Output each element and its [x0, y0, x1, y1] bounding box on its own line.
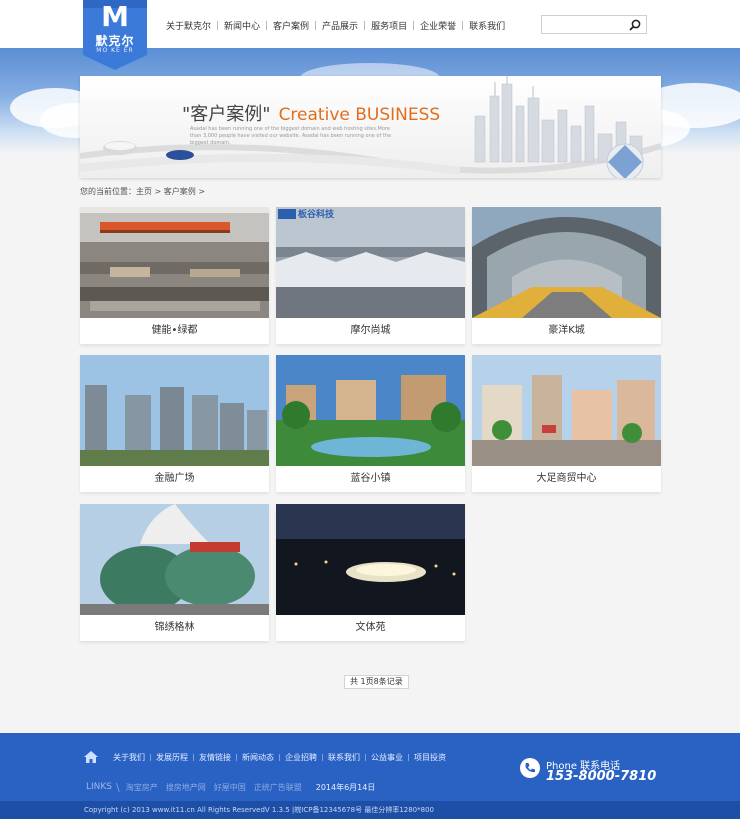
footer-nav-friend-links[interactable]: 友情链接: [194, 752, 236, 763]
breadcrumb: 您的当前位置：主页 > 客户案例 >: [80, 187, 206, 196]
case-image[interactable]: [276, 355, 465, 466]
case-image[interactable]: [80, 207, 269, 318]
footer-nav-history[interactable]: 发展历程: [151, 752, 193, 763]
banner-title-en: Creative BUSINESS: [278, 105, 441, 125]
case-label[interactable]: 健能•绿都: [80, 318, 269, 344]
footer-nav-contact[interactable]: 联系我们: [323, 752, 365, 763]
cases-banner: "客户案例" Creative BUSINESS Asadal has been …: [80, 76, 661, 178]
case-card[interactable]: 健能•绿都: [80, 207, 269, 344]
nav-item-about[interactable]: 关于默克尔: [160, 19, 217, 32]
case-label[interactable]: 豪洋K城: [472, 318, 661, 344]
copyright-text: Copyright (c) 2013 www.it11.cn All Right…: [84, 806, 434, 814]
banner-title-cn: "客户案例": [182, 104, 271, 125]
case-card[interactable]: 大足商贸中心: [472, 355, 661, 492]
logo-subtitle: MO KE ER: [96, 47, 134, 54]
banner-title: "客户案例" Creative BUSINESS: [182, 100, 440, 126]
links-divider: \: [116, 780, 120, 794]
case-card[interactable]: 锦绣格林: [80, 504, 269, 641]
links-title: LINKS: [86, 782, 113, 792]
case-label[interactable]: 大足商贸中心: [472, 466, 661, 492]
case-card[interactable]: 文体苑: [276, 504, 465, 641]
logo-letter: M: [101, 0, 129, 33]
header: M 默克尔 MO KE ER 关于默克尔 新闻中心 客户案例 产品展示 服务项目…: [0, 0, 740, 70]
nav-item-services[interactable]: 服务项目: [365, 19, 413, 32]
search-input[interactable]: [542, 19, 624, 37]
phone-icon: [520, 758, 540, 778]
footer-nav-about[interactable]: 关于我们: [108, 752, 150, 763]
logo[interactable]: M 默克尔 MO KE ER: [83, 0, 150, 70]
case-label[interactable]: 蓝谷小镇: [276, 466, 465, 492]
footer-nav-news[interactable]: 新闻动态: [237, 752, 279, 763]
case-label[interactable]: 文体苑: [276, 615, 465, 641]
case-card[interactable]: 板谷科技 摩尔尚城: [276, 207, 465, 344]
case-card[interactable]: 金融广场: [80, 355, 269, 492]
phone-number: 153-8000-7810: [546, 769, 657, 784]
case-image[interactable]: [472, 207, 661, 318]
nav-item-cases[interactable]: 客户案例: [267, 19, 315, 32]
home-icon[interactable]: [84, 751, 98, 763]
footer-date: 2014年6月14日: [315, 782, 376, 792]
friend-link[interactable]: 正统广告联盟: [254, 782, 302, 793]
friend-links: LINKS \ 淘宝房产 搜房地产网 好屋中国 正统广告联盟 2014年6月14…: [86, 780, 376, 794]
footer-nav-charity[interactable]: 公益事业: [366, 752, 408, 763]
copyright-bar: Copyright (c) 2013 www.it11.cn All Right…: [0, 801, 740, 819]
banner-description: Asadal has been running one of the bigge…: [190, 126, 392, 146]
case-image[interactable]: 板谷科技: [276, 207, 465, 318]
main-nav: 关于默克尔 新闻中心 客户案例 产品展示 服务项目 企业荣誉 联系我们: [160, 18, 511, 32]
footer-nav-investment[interactable]: 项目投资: [409, 752, 451, 763]
friend-link[interactable]: 搜房地产网: [166, 782, 206, 793]
case-image[interactable]: [472, 355, 661, 466]
friend-link[interactable]: 淘宝房产: [126, 782, 158, 793]
nav-item-honors[interactable]: 企业荣誉: [414, 19, 462, 32]
case-label[interactable]: 摩尔尚城: [276, 318, 465, 344]
case-image-logo-text: 板谷科技: [298, 210, 335, 220]
case-card[interactable]: 豪洋K城: [472, 207, 661, 344]
footer-nav: 关于我们 发展历程 友情链接 新闻动态 企业招聘 联系我们 公益事业 项目投资: [84, 750, 451, 764]
case-image[interactable]: [80, 355, 269, 466]
search-box: [541, 15, 647, 37]
case-card[interactable]: 蓝谷小镇: [276, 355, 465, 492]
footer-nav-jobs[interactable]: 企业招聘: [280, 752, 322, 763]
nav-item-products[interactable]: 产品展示: [316, 19, 364, 32]
nav-item-contact[interactable]: 联系我们: [463, 19, 511, 32]
search-icon[interactable]: [628, 18, 642, 32]
case-image[interactable]: [276, 504, 465, 615]
friend-link[interactable]: 好屋中国: [214, 782, 246, 793]
case-label[interactable]: 锦绣格林: [80, 615, 269, 641]
pagination-info: 共 1页8条记录: [344, 675, 409, 689]
footer: 关于我们 发展历程 友情链接 新闻动态 企业招聘 联系我们 公益事业 项目投资 …: [0, 733, 740, 801]
case-image[interactable]: [80, 504, 269, 615]
nav-item-news[interactable]: 新闻中心: [218, 19, 266, 32]
case-label[interactable]: 金融广场: [80, 466, 269, 492]
